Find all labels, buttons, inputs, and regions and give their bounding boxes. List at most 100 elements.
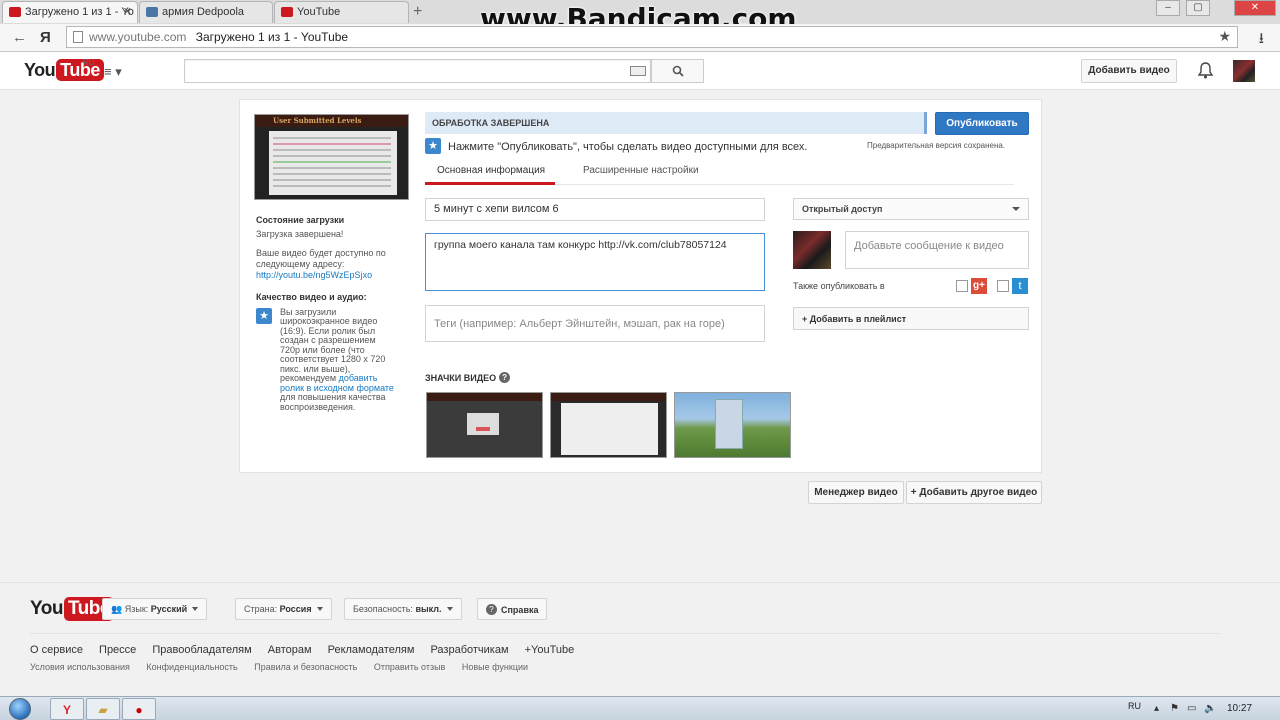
title-input[interactable]: 5 минут с хепи вилсом 6 — [425, 198, 765, 221]
browser-tab-youtube[interactable]: YouTube — [274, 1, 409, 23]
footer-link-copyright[interactable]: Правообладателям — [152, 644, 251, 656]
youtube-favicon-icon — [9, 7, 21, 17]
taskbar-explorer[interactable]: ▰ — [86, 698, 120, 720]
taskbar-clock[interactable]: 10:27 — [1227, 703, 1252, 714]
processing-status-bar: Обработка завершена — [425, 112, 927, 134]
video-url-intro: Ваше видео будет доступно по следующему … — [256, 248, 386, 269]
thumbnail-option-3[interactable] — [674, 392, 791, 458]
flag-icon[interactable]: ⚑ — [1170, 703, 1179, 714]
video-manager-button[interactable]: Менеджер видео — [808, 481, 904, 504]
footer-link-new-features[interactable]: Новые функции — [462, 662, 528, 672]
browser-tab-title: Загружено 1 из 1 - Yo — [25, 6, 134, 18]
thumbnail-option-2[interactable] — [550, 392, 667, 458]
video-url-link[interactable]: http://youtu.be/ng5WzEpSjxo — [256, 270, 372, 280]
language-picker[interactable]: 👥 Язык: Русский — [102, 598, 208, 620]
guide-menu-icon[interactable]: ≡ ▾ — [104, 64, 122, 80]
google-plus-checkbox[interactable] — [956, 280, 968, 292]
country-picker[interactable]: Страна: Россия — [235, 598, 332, 620]
footer-links: О сервисе Прессе Правообладателям Автора… — [30, 644, 587, 656]
language-value: Русский — [150, 604, 188, 614]
privacy-select[interactable]: Открытый доступ — [793, 198, 1029, 220]
search-button[interactable] — [651, 59, 704, 83]
browser-tab-upload[interactable]: Загружено 1 из 1 - Yo ✕ — [2, 1, 138, 23]
star-icon: ★ — [256, 307, 272, 324]
url-page-title: Загружено 1 из 1 - YouTube — [195, 30, 349, 44]
tab-advanced-settings[interactable]: Расширенные настройки — [583, 165, 699, 176]
tray-arrow-icon[interactable]: ▴ — [1154, 703, 1159, 714]
download-icon[interactable]: ⭳ — [1259, 28, 1264, 53]
youtube-logo[interactable]: You Tube RU — [24, 58, 104, 81]
safety-mode-picker[interactable]: Безопасность: выкл. — [344, 598, 462, 620]
add-to-playlist-button[interactable]: + Добавить в плейлист — [793, 307, 1029, 330]
volume-icon[interactable]: 🔈 — [1204, 703, 1216, 714]
quality-text-a: Вы загрузили широкоэкранное видео (16:9)… — [280, 306, 386, 383]
description-textarea[interactable]: группа моего канала там конкурс http://v… — [425, 233, 765, 291]
footer-link-press[interactable]: Прессе — [99, 644, 136, 656]
add-another-video-button[interactable]: + Добавить другое видео — [906, 481, 1042, 504]
twitter-icon: t — [1012, 278, 1028, 294]
start-button[interactable] — [4, 697, 38, 720]
upload-status-panel: Состояние загрузки Загрузка завершена! В… — [256, 215, 406, 281]
network-icon[interactable]: ▭ — [1187, 703, 1196, 714]
browser-tab-title: армия Dedpoola — [162, 6, 245, 18]
folder-icon: ▰ — [98, 703, 108, 717]
back-arrow-icon[interactable]: ← — [12, 29, 27, 46]
close-window-icon[interactable]: ✕ — [1234, 0, 1276, 16]
footer-link-terms[interactable]: Условия использования — [30, 662, 130, 672]
footer-link-plus-youtube[interactable]: +YouTube — [525, 644, 575, 656]
new-tab-button[interactable]: + — [413, 3, 422, 21]
footer-link-advertise[interactable]: Рекламодателям — [328, 644, 415, 656]
bookmark-star-icon[interactable]: ★ — [1218, 28, 1231, 45]
thumbnail-option-1[interactable] — [426, 392, 543, 458]
tags-input[interactable]: Теги (например: Альберт Эйнштейн, мэшап,… — [425, 305, 765, 342]
twitter-checkbox[interactable] — [997, 280, 1009, 292]
help-button[interactable]: ? Справка — [477, 598, 548, 620]
youtube-favicon-icon — [281, 7, 293, 17]
share-message-input[interactable]: Добавьте сообщение к видео — [845, 231, 1029, 269]
youtube-header: You Tube RU ≡ ▾ Добавить видео — [0, 52, 1280, 90]
chevron-down-icon — [316, 607, 323, 611]
browser-toolbar: ← Я www.youtube.com Загружено 1 из 1 - Y… — [0, 24, 1280, 52]
browser-tab-vk[interactable]: армия Dedpoola — [139, 1, 273, 23]
page-icon — [73, 31, 83, 43]
google-plus-icon: g+ — [971, 278, 987, 294]
address-bar[interactable]: www.youtube.com Загружено 1 из 1 - YouTu… — [66, 26, 1238, 48]
help-icon[interactable]: ? — [499, 372, 511, 383]
publish-hint: Нажмите "Опубликовать", чтобы сделать ви… — [448, 141, 808, 153]
upload-status-heading: Состояние загрузки — [256, 215, 345, 225]
plus-icon: + — [910, 487, 917, 498]
safety-label: Безопасность: — [353, 604, 413, 614]
search-input[interactable] — [184, 59, 651, 83]
upload-status-text: Загрузка завершена! — [256, 229, 344, 239]
settings-tabs: Основная информация Расширенные настройк… — [425, 160, 1014, 185]
logo-tube: Tube — [56, 59, 104, 81]
keyboard-icon[interactable] — [630, 66, 646, 76]
footer-link-privacy[interactable]: Конфиденциальность — [146, 662, 237, 672]
language-indicator[interactable]: RU — [1128, 701, 1141, 711]
quality-heading: Качество видео и аудио: — [256, 292, 367, 302]
footer-link-feedback[interactable]: Отправить отзыв — [374, 662, 445, 672]
upload-video-button[interactable]: Добавить видео — [1081, 59, 1177, 83]
chevron-down-icon — [192, 607, 199, 611]
publish-button[interactable]: Опубликовать — [935, 112, 1029, 135]
notifications-bell-icon[interactable] — [1198, 62, 1213, 79]
minimize-icon[interactable]: – — [1156, 0, 1180, 16]
privacy-value: Открытый доступ — [802, 204, 883, 214]
help-icon: ? — [486, 604, 497, 615]
footer-link-developers[interactable]: Разработчикам — [430, 644, 508, 656]
taskbar-yandex-browser[interactable]: Y — [50, 698, 84, 720]
tab-basic-info[interactable]: Основная информация — [425, 165, 555, 185]
footer-link-policy[interactable]: Правила и безопасность — [254, 662, 357, 672]
quality-panel: Качество видео и аудио: ★ Вы загрузили ш… — [256, 292, 406, 412]
footer-link-creators[interactable]: Авторам — [268, 644, 312, 656]
yandex-icon[interactable]: Я — [40, 29, 51, 46]
close-tab-icon[interactable]: ✕ — [123, 5, 132, 18]
search-icon — [672, 65, 684, 77]
account-avatar[interactable] — [1233, 60, 1255, 82]
maximize-icon[interactable]: ▢ — [1186, 0, 1210, 16]
logo-you: You — [24, 60, 56, 80]
help-label: Справка — [501, 605, 539, 615]
taskbar-bandicam[interactable]: ● — [122, 698, 156, 720]
chevron-down-icon — [1012, 207, 1020, 211]
footer-link-about[interactable]: О сервисе — [30, 644, 83, 656]
